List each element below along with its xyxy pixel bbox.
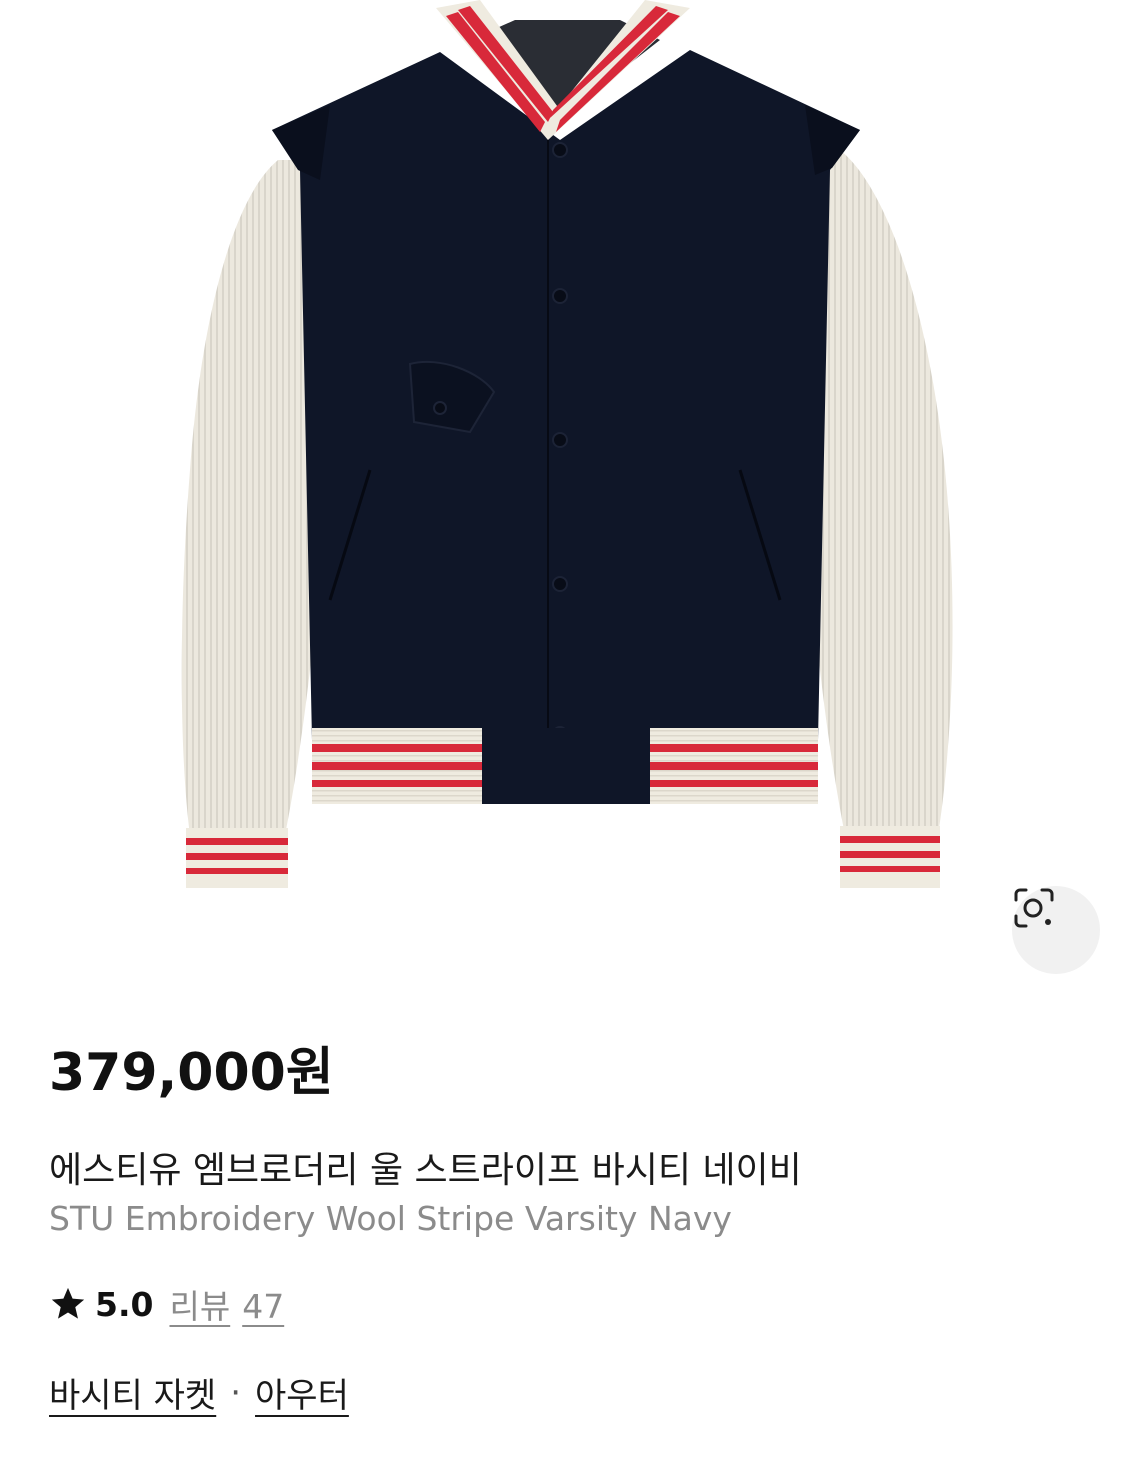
category-link-varsity-jacket[interactable]: 바시티 자켓 — [49, 1368, 216, 1417]
varsity-jacket-image — [181, 0, 953, 888]
product-image[interactable] — [0, 0, 1125, 1000]
rating-row: 5.0 리뷰 47 — [49, 1282, 284, 1326]
product-name-english: STU Embroidery Wool Stripe Varsity Navy — [49, 1199, 732, 1238]
review-count: 47 — [242, 1287, 285, 1326]
image-search-icon — [1014, 888, 1054, 928]
product-name-korean: 에스티유 엠브로더리 울 스트라이프 바시티 네이비 — [49, 1150, 802, 1191]
category-separator: · — [230, 1372, 242, 1413]
category-breadcrumb: 바시티 자켓 · 아우터 — [49, 1368, 349, 1417]
star-icon — [51, 1287, 85, 1319]
product-price: 379,000원 — [49, 1043, 334, 1103]
review-label: 리뷰 — [169, 1287, 231, 1326]
category-link-outer[interactable]: 아우터 — [255, 1368, 349, 1417]
rating-score: 5.0 — [95, 1284, 154, 1324]
image-search-button[interactable] — [1012, 886, 1100, 974]
review-count-link[interactable]: 리뷰 47 — [169, 1280, 284, 1328]
